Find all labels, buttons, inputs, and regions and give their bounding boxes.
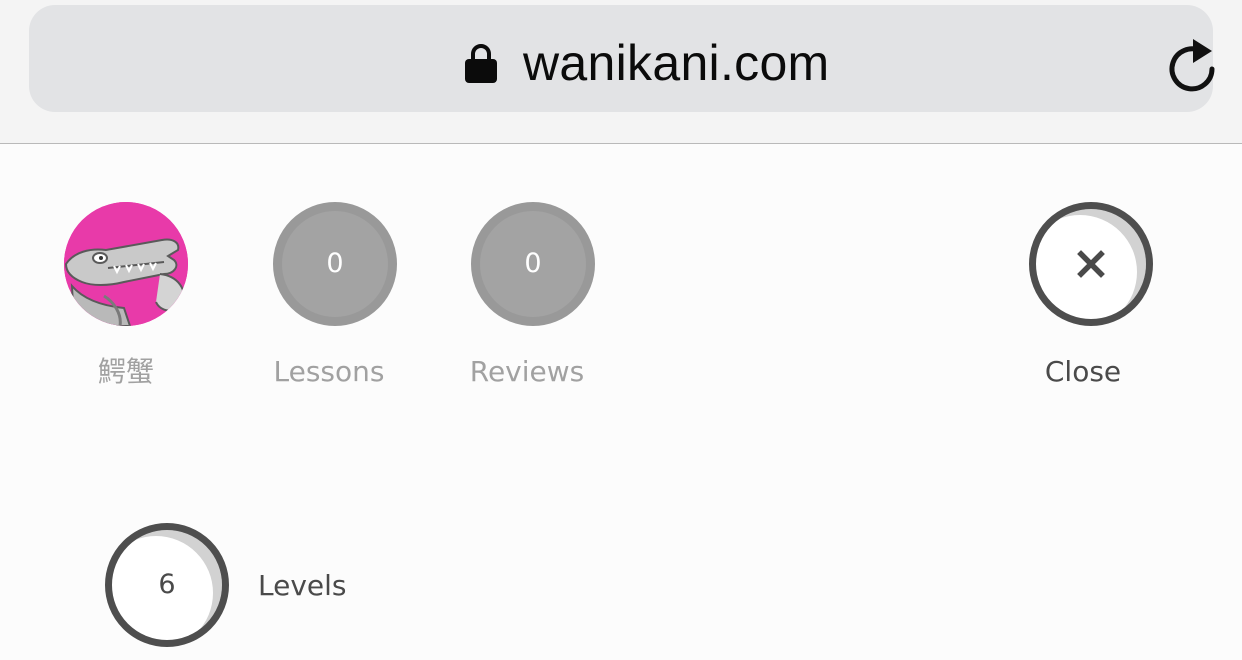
close-circle[interactable] xyxy=(1029,202,1153,326)
profile-label: 鰐蟹 xyxy=(97,355,154,388)
avatar[interactable] xyxy=(64,202,188,326)
crocodile-avatar-icon xyxy=(64,202,188,326)
url-field[interactable]: wanikani.com xyxy=(29,5,1215,112)
reviews-count[interactable]: 0 xyxy=(471,202,595,326)
lessons-count[interactable]: 0 xyxy=(273,202,397,326)
reload-icon[interactable] xyxy=(1167,37,1217,93)
browser-address-bar: wanikani.com xyxy=(0,0,1242,144)
close-icon xyxy=(1077,250,1105,278)
lessons-label: Lessons xyxy=(273,355,385,388)
reviews-label: Reviews xyxy=(469,355,585,388)
levels-label[interactable]: Levels xyxy=(258,566,347,606)
lock-icon xyxy=(465,44,497,83)
close-label: Close xyxy=(1044,355,1122,388)
url-text: wanikani.com xyxy=(523,35,830,91)
wanikani-menu: 鰐蟹 0 Lessons 0 Reviews Close 6 Levels xyxy=(0,144,1242,660)
levels-count[interactable]: 6 xyxy=(105,523,229,647)
